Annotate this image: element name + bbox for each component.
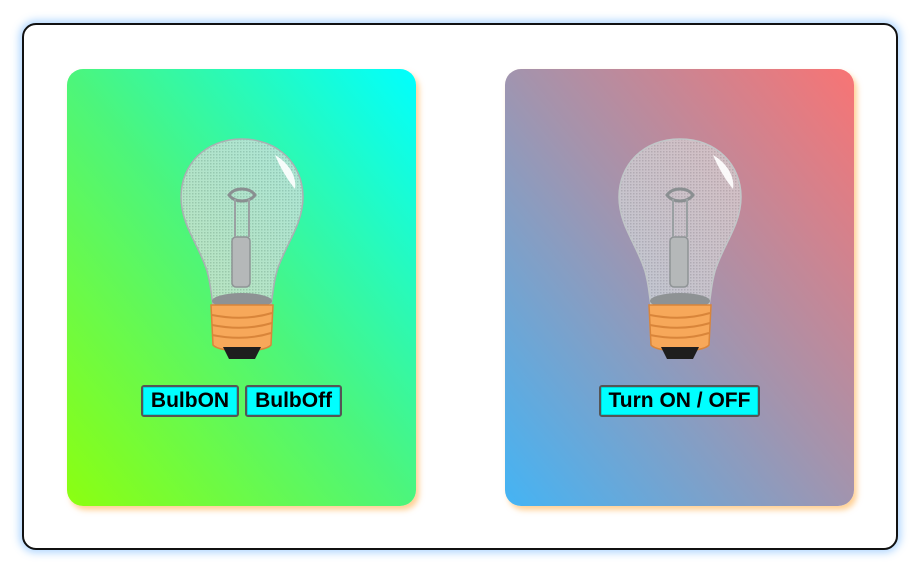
bulb-on-button[interactable]: BulbON — [140, 385, 240, 417]
right-button-row: Turn ON / OFF — [505, 385, 854, 417]
bulb-card-right: Turn ON / OFF — [505, 69, 854, 506]
light-bulb-icon — [618, 138, 742, 359]
toggle-bulb-button[interactable]: Turn ON / OFF — [598, 385, 761, 417]
bulb-off-button[interactable]: BulbOff — [245, 385, 343, 417]
bulb-card-left: BulbON BulbOff — [67, 69, 416, 506]
light-bulb-icon — [180, 138, 304, 359]
left-button-row: BulbON BulbOff — [67, 385, 416, 417]
